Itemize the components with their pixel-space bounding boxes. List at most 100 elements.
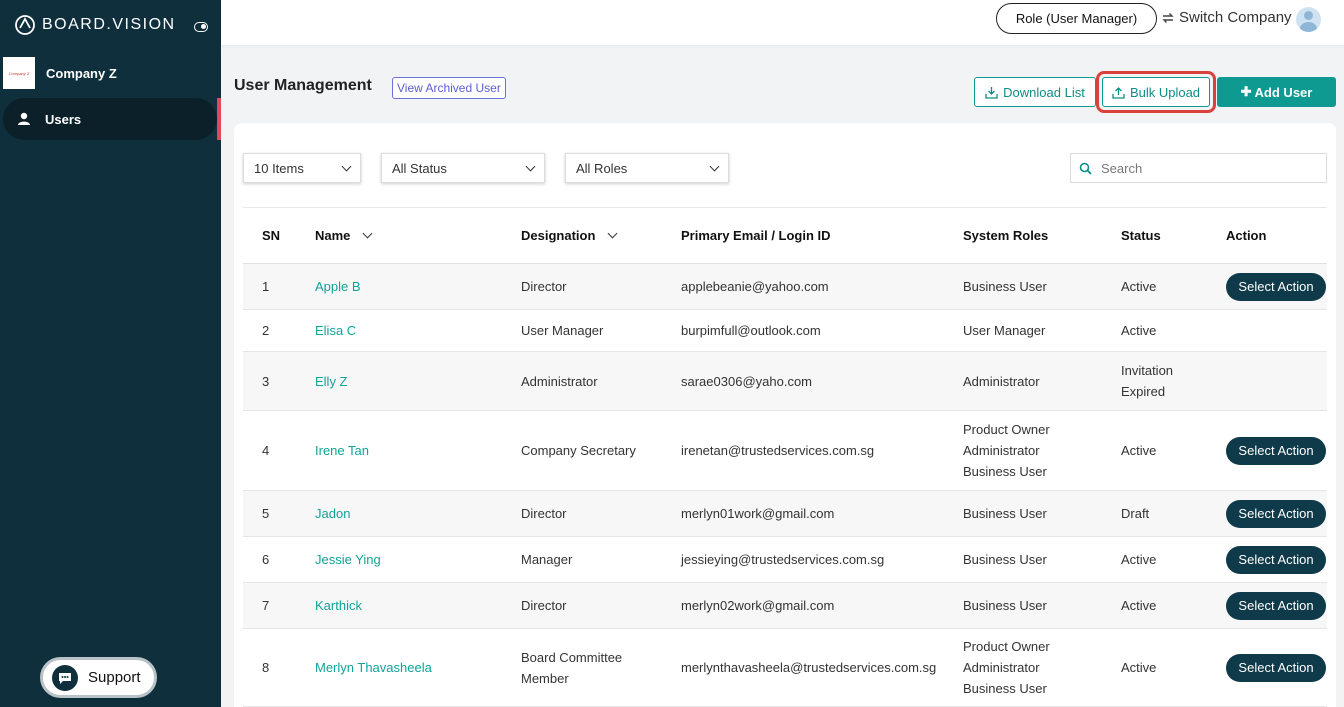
table-row: 3 Elly Z Administrator sarae0306@yaho.com Ad…: [243, 352, 1327, 411]
cell-action: Select Action: [1226, 629, 1326, 706]
cell-action: Select Action: [1226, 583, 1326, 628]
role-button[interactable]: Role (User Manager): [996, 3, 1157, 34]
cell-system-roles: Business User: [963, 583, 1047, 628]
col-designation[interactable]: Designation: [521, 208, 618, 263]
cell-sn: 5: [262, 491, 269, 536]
roles-filter-select[interactable]: All Roles: [565, 153, 729, 183]
cell-name[interactable]: Apple B: [315, 264, 361, 309]
cell-system-roles: Administrator: [963, 352, 1040, 410]
company-name: Company Z: [46, 65, 117, 81]
cell-sn: 2: [262, 310, 269, 351]
cell-designation: Board Committee Member: [521, 629, 622, 706]
cell-designation: Director: [521, 264, 567, 309]
cell-email: jessieying@trustedservices.com.sg: [681, 537, 884, 582]
select-action-button[interactable]: Select Action: [1226, 653, 1326, 682]
download-icon: [985, 86, 998, 99]
role-value: User Manager: [963, 323, 1046, 338]
cell-sn: 3: [262, 352, 269, 410]
email-value: merlynthavasheela@trustedservices.com.sg: [681, 660, 937, 675]
switch-company-button[interactable]: Switch Company: [1161, 9, 1292, 26]
select-action-button[interactable]: Select Action: [1226, 436, 1326, 465]
col-sn: SN: [262, 228, 281, 243]
user-name-link[interactable]: Elly Z: [315, 371, 348, 392]
email-value: burpimfull@outlook.com: [681, 323, 821, 338]
brand-logo[interactable]: BOARD.VISION: [14, 14, 176, 36]
cell-email: irenetan@trustedservices.com.sg: [681, 411, 874, 490]
select-action-button[interactable]: Select Action: [1226, 591, 1326, 620]
role-value: Business User: [963, 464, 1047, 479]
select-action-button[interactable]: Select Action: [1226, 272, 1326, 301]
page-title: User Management: [234, 77, 372, 94]
col-status: Status: [1121, 228, 1161, 243]
status-filter-value: All Status: [392, 160, 447, 176]
col-system-roles: System Roles: [963, 228, 1049, 243]
col-name-label: Name: [315, 228, 351, 243]
cell-designation: User Manager: [521, 310, 603, 351]
user-name-link[interactable]: Irene Tan: [315, 440, 369, 461]
cell-designation: Director: [521, 583, 567, 628]
sn-value: 7: [262, 598, 270, 613]
search-icon: [1079, 162, 1092, 175]
select-action-button[interactable]: Select Action: [1226, 499, 1326, 528]
status-value: Active: [1121, 279, 1157, 294]
sort-name-icon[interactable]: [362, 228, 373, 239]
cell-name[interactable]: Elisa C: [315, 310, 356, 351]
select-action-button[interactable]: Select Action: [1226, 545, 1326, 574]
cell-name[interactable]: Jadon: [315, 491, 350, 536]
status-filter-select[interactable]: All Status: [381, 153, 545, 183]
avatar[interactable]: [1296, 7, 1321, 32]
sn-value: 4: [262, 443, 270, 458]
sidebar: BOARD.VISION Company Z Company Z Users S…: [0, 0, 221, 707]
sidebar-toggle-icon[interactable]: [194, 22, 208, 32]
search-input[interactable]: [1101, 160, 1301, 176]
search-box[interactable]: [1070, 153, 1327, 183]
download-list-button[interactable]: Download List: [974, 77, 1096, 107]
sn-value: 2: [262, 323, 270, 338]
support-button[interactable]: Support: [40, 657, 157, 698]
user-name-link[interactable]: Merlyn Thavasheela: [315, 657, 432, 678]
cell-name[interactable]: Irene Tan: [315, 411, 369, 490]
cell-email: applebeanie@yahoo.com: [681, 264, 829, 309]
download-list-label: Download List: [1003, 84, 1085, 100]
cell-action: Select Action: [1226, 491, 1326, 536]
user-name-link[interactable]: Jadon: [315, 503, 350, 524]
cell-email: merlynthavasheela@trustedservices.com.sg: [681, 629, 936, 706]
sn-value: 1: [262, 279, 270, 294]
cell-designation: Manager: [521, 537, 572, 582]
status-value: Invitation: [1121, 363, 1174, 378]
view-archived-button[interactable]: View Archived User: [392, 77, 506, 99]
logo-icon: [15, 15, 35, 35]
cell-status: Draft: [1121, 491, 1149, 536]
users-table: SN Name Designation Primary Email / Logi…: [243, 207, 1327, 707]
cell-email: sarae0306@yaho.com: [681, 352, 812, 410]
user-name-link[interactable]: Apple B: [315, 276, 361, 297]
role-value: Business User: [963, 681, 1047, 696]
cell-name[interactable]: Elly Z: [315, 352, 348, 410]
company-switch[interactable]: Company Z Company Z: [3, 57, 117, 89]
user-icon: [18, 112, 30, 125]
sort-designation-icon[interactable]: [607, 228, 618, 239]
col-name[interactable]: Name: [315, 208, 373, 263]
cell-name[interactable]: Jessie Ying: [315, 537, 381, 582]
designation-value: Member: [521, 670, 569, 686]
cell-name[interactable]: Merlyn Thavasheela: [315, 629, 432, 706]
sn-value: 5: [262, 506, 270, 521]
cell-name[interactable]: Karthick: [315, 583, 362, 628]
add-user-button[interactable]: ✚ Add User: [1217, 77, 1336, 107]
cell-sn: 6: [262, 537, 269, 582]
cell-system-roles: User Manager: [963, 310, 1045, 351]
user-name-link[interactable]: Karthick: [315, 595, 362, 616]
cell-status: Active: [1121, 264, 1156, 309]
status-value: Active: [1121, 660, 1157, 675]
table-row: 2 Elisa C User Manager burpimfull@outlook.c…: [243, 310, 1327, 352]
role-value: Business User: [963, 598, 1047, 613]
chevron-down-icon: [709, 161, 720, 171]
chevron-down-icon: [341, 161, 352, 171]
sidebar-item-users[interactable]: Users: [3, 98, 217, 140]
user-name-link[interactable]: Jessie Ying: [315, 549, 381, 570]
cell-email: merlyn02work@gmail.com: [681, 583, 834, 628]
chat-icon: [52, 664, 78, 691]
items-per-page-select[interactable]: 10 Items: [243, 153, 361, 183]
status-value: Active: [1121, 443, 1157, 458]
user-name-link[interactable]: Elisa C: [315, 320, 356, 341]
